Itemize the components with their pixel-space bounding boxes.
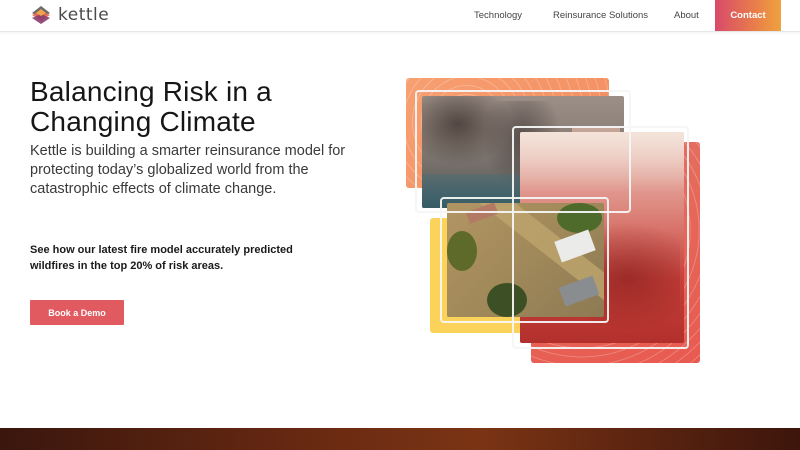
hero-title: Balancing Risk in a Changing Climate (30, 76, 272, 137)
nav-reinsurance-solutions[interactable]: Reinsurance Solutions (553, 10, 648, 21)
photo-frame (440, 197, 609, 323)
kettle-logo-icon (32, 6, 50, 24)
contact-button[interactable]: Contact (715, 0, 781, 31)
brand-name: kettle (58, 5, 110, 25)
brand-logo[interactable]: kettle (30, 4, 109, 26)
book-demo-button[interactable]: Book a Demo (30, 300, 124, 325)
site-header: kettle Technology Reinsurance Solutions … (0, 0, 800, 32)
hero-subtitle: Kettle is building a smarter reinsurance… (30, 143, 346, 197)
nav-technology[interactable]: Technology (474, 10, 522, 21)
hero-note: See how our latest fire model accurately… (30, 244, 293, 272)
nav-about[interactable]: About (674, 10, 699, 21)
next-section-band (0, 428, 800, 450)
hero-collage (400, 70, 710, 370)
